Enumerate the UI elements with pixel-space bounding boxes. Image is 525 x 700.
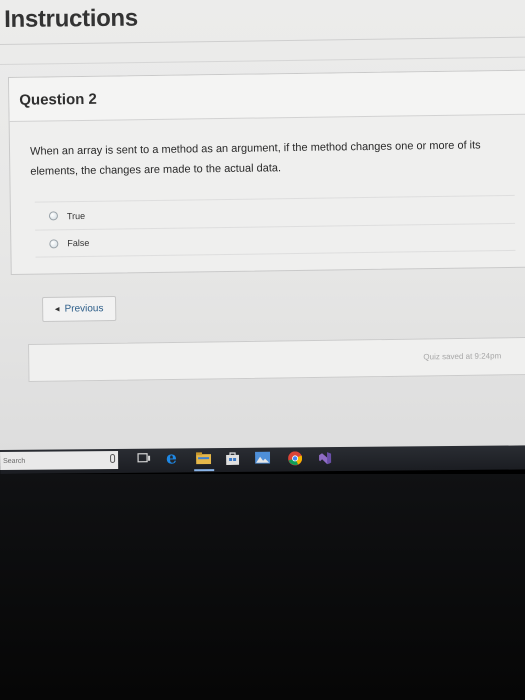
title-divider xyxy=(0,36,525,45)
mic-icon[interactable] xyxy=(110,453,116,464)
taskbar-search-label: Search xyxy=(3,457,26,465)
store-icon[interactable] xyxy=(226,452,240,466)
question-card: Question 2 When an array is sent to a me… xyxy=(8,69,525,275)
answer-option-false[interactable]: False xyxy=(35,222,516,258)
radio-button-true[interactable] xyxy=(48,211,59,221)
monitor-bezel xyxy=(0,474,525,700)
quiz-save-bar: Quiz saved at 9:24pm xyxy=(28,337,525,382)
visual-studio-icon[interactable] xyxy=(318,451,332,465)
previous-button-label: Previous xyxy=(64,303,104,315)
previous-button[interactable]: ◀ Previous xyxy=(42,295,117,322)
file-explorer-icon[interactable] xyxy=(196,452,212,465)
task-view-icon[interactable] xyxy=(137,453,151,464)
page-title: Instructions xyxy=(4,4,139,33)
browser-page: Instructions Question 2 When an array is… xyxy=(0,0,525,452)
radio-button-false[interactable] xyxy=(49,238,59,248)
question-text: When an array is sent to a method as an … xyxy=(29,139,481,178)
question-header: Question 2 xyxy=(9,70,525,122)
edge-icon[interactable]: e xyxy=(166,448,177,468)
active-app-indicator xyxy=(194,469,215,472)
save-status-text: Quiz saved at 9:24pm xyxy=(423,351,502,362)
chrome-icon[interactable] xyxy=(288,451,303,466)
question-number: Question 2 xyxy=(19,90,97,109)
taskbar-search-box[interactable]: Search xyxy=(0,450,119,470)
windows-taskbar: Search e xyxy=(0,445,525,474)
section-divider xyxy=(0,56,525,65)
left-triangle-icon: ◀ xyxy=(54,306,60,313)
photos-icon[interactable] xyxy=(255,451,271,464)
answer-label-true: True xyxy=(66,210,86,221)
answer-label-false: False xyxy=(67,237,90,249)
